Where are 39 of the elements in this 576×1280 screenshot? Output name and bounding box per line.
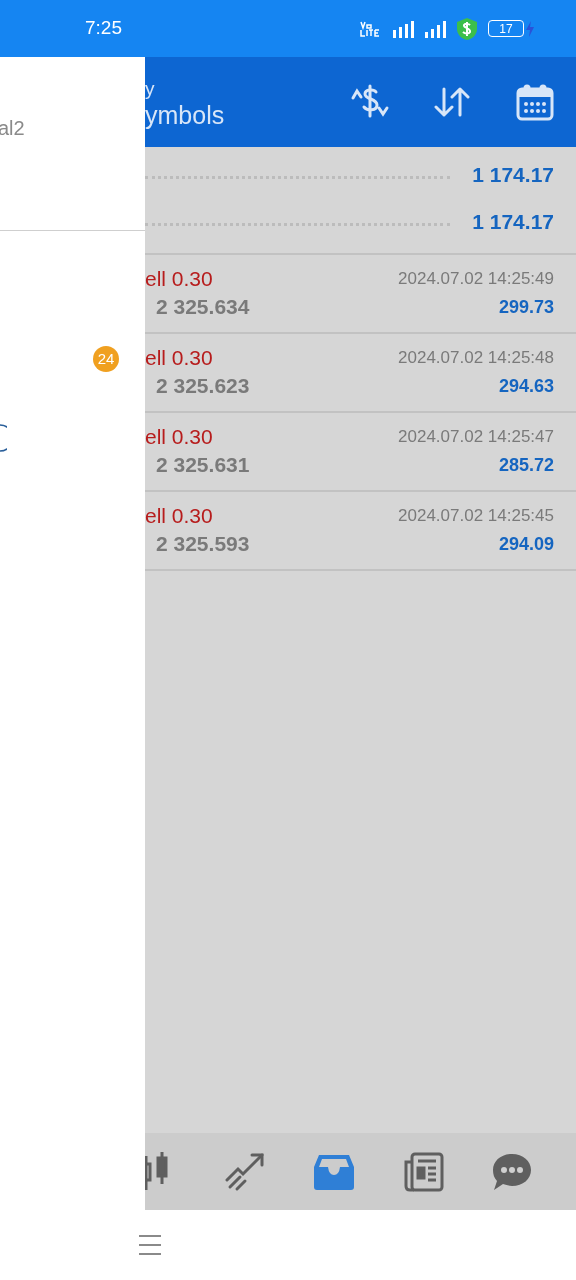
inbox-icon[interactable] [312, 1152, 355, 1191]
position-type: ell 0.30 [145, 424, 214, 450]
position-row[interactable]: ell 0.30 2 325.593 2024.07.02 14:25:45 294.09 [145, 492, 576, 571]
calendar-icon[interactable] [516, 83, 554, 121]
shield-dollar-icon [456, 16, 478, 41]
signal-icon [424, 19, 448, 38]
volte-icon [360, 20, 380, 37]
charging-bolt-icon [526, 20, 534, 37]
position-price: 2 325.634 [156, 294, 251, 320]
position-time: 2024.07.02 14:25:48 [398, 347, 554, 369]
position-time: 2024.07.02 14:25:49 [398, 268, 554, 290]
chat-bubble-icon[interactable] [490, 1151, 533, 1192]
position-profit: 285.72 [498, 454, 554, 477]
signal-icon [392, 19, 416, 38]
position-price: 2 325.623 [156, 373, 251, 399]
currency-exchange-icon[interactable] [350, 84, 390, 120]
toolbar-subtitle: ymbols [145, 100, 225, 130]
battery-icon: 17 [488, 20, 524, 37]
position-price: 2 325.593 [156, 531, 251, 557]
position-time: 2024.07.02 14:25:45 [398, 505, 554, 527]
position-type: ell 0.30 [145, 266, 214, 292]
position-type: ell 0.30 [145, 345, 214, 371]
menu-icon[interactable] [139, 1234, 161, 1256]
position-profit: 299.73 [498, 296, 554, 319]
position-row[interactable]: ell 0.30 2 325.634 2024.07.02 14:25:49 299.73 [145, 255, 576, 334]
position-row[interactable]: ell 0.30 2 325.623 2024.07.02 14:25:48 294.63 [145, 334, 576, 413]
position-profit: 294.09 [498, 533, 554, 556]
position-row[interactable]: ell 0.30 2 325.631 2024.07.02 14:25:47 285.72 [145, 413, 576, 492]
position-price: 2 325.631 [156, 452, 251, 478]
summary-value: 1 174.17 [472, 209, 554, 235]
sort-arrows-icon[interactable] [434, 85, 470, 119]
position-time: 2024.07.02 14:25:47 [398, 426, 554, 448]
summary-value: 1 174.17 [472, 161, 554, 188]
clock: 7:25 [85, 16, 122, 41]
count-badge: 24 [93, 346, 119, 372]
position-type: ell 0.30 [145, 503, 214, 529]
position-profit: 294.63 [498, 375, 554, 398]
toolbar-title: y [145, 78, 156, 100]
trend-arrow-icon[interactable] [223, 1151, 266, 1192]
